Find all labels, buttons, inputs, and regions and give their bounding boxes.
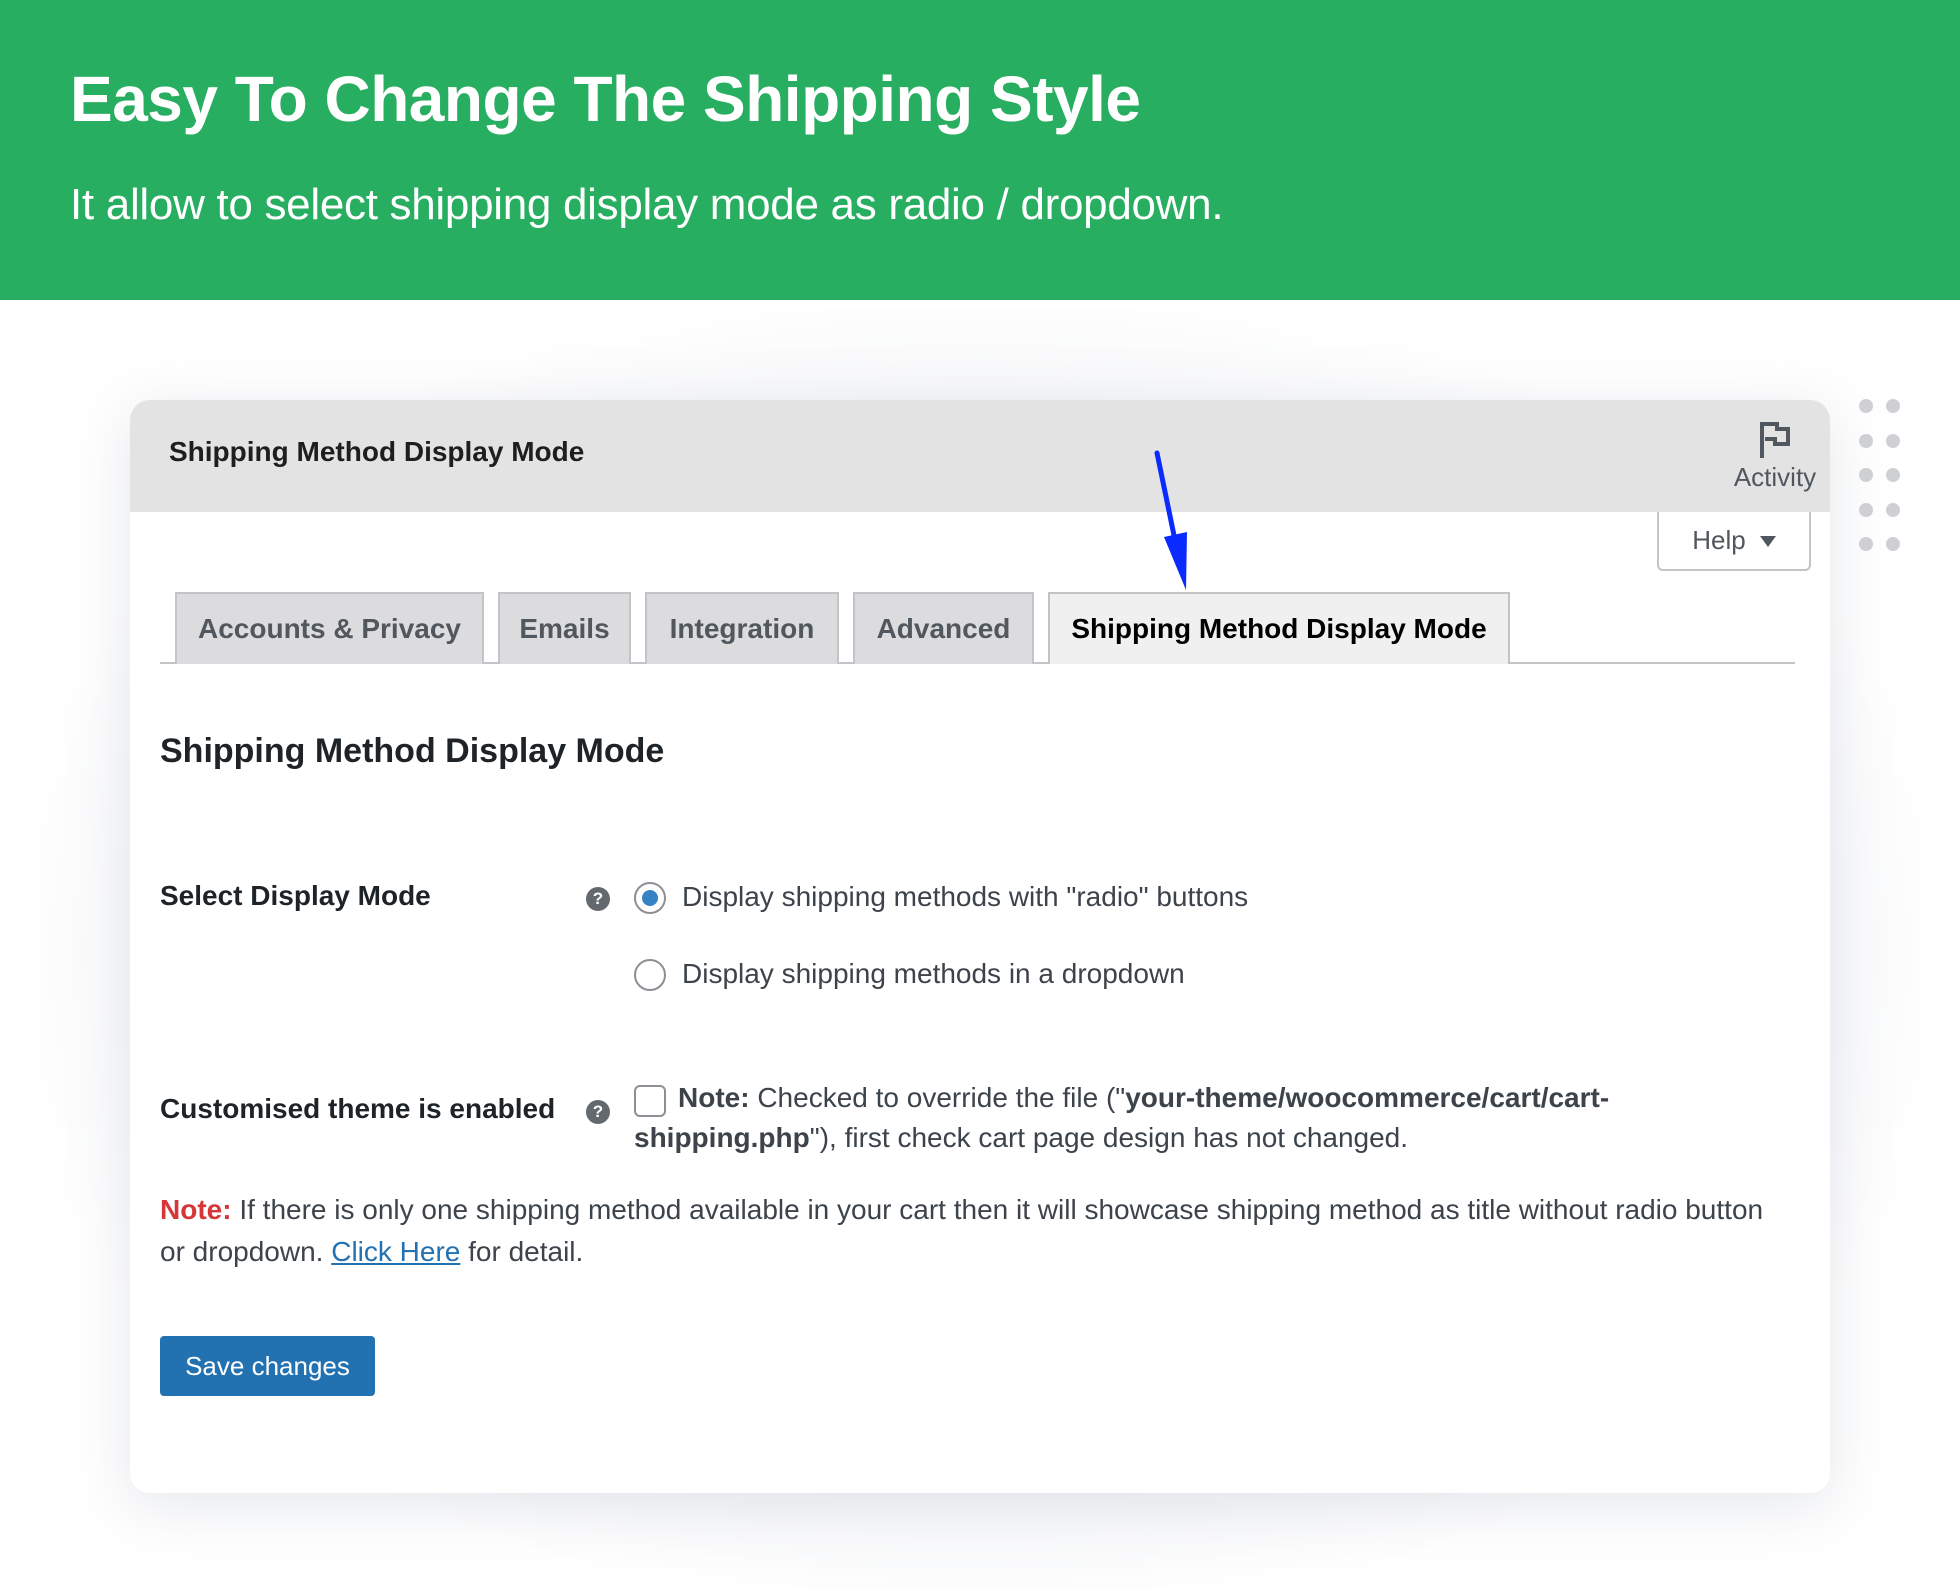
custom-theme-description: Note: Checked to override the file ("you… xyxy=(634,1078,1734,1158)
card-header: Shipping Method Display Mode Activity xyxy=(130,400,1830,512)
tab-advanced[interactable]: Advanced xyxy=(853,592,1034,664)
help-button[interactable]: Help xyxy=(1657,512,1811,571)
custom-theme-text-1: Checked to override the file (" xyxy=(749,1082,1126,1113)
custom-theme-help-icon[interactable]: ? xyxy=(586,1100,610,1124)
decorative-dot xyxy=(1859,399,1873,413)
decorative-dot xyxy=(1886,537,1900,551)
save-changes-button[interactable]: Save changes xyxy=(160,1336,375,1396)
radio-display-radio-buttons[interactable] xyxy=(634,882,666,914)
activity-button[interactable]: Activity xyxy=(1720,418,1830,498)
custom-theme-note-label: Note: xyxy=(678,1082,750,1113)
banner-title: Easy To Change The Shipping Style xyxy=(70,63,1141,135)
settings-tabs: Accounts & Privacy Emails Integration Ad… xyxy=(160,592,1795,664)
display-mode-help-icon[interactable]: ? xyxy=(586,887,610,911)
settings-card: Shipping Method Display Mode Activity He… xyxy=(130,400,1830,1493)
decorative-dot xyxy=(1859,434,1873,448)
note-label: Note: xyxy=(160,1194,232,1225)
decorative-dot xyxy=(1886,468,1900,482)
single-method-note: Note: If there is only one shipping meth… xyxy=(160,1189,1780,1273)
decorative-dot xyxy=(1859,537,1873,551)
promo-banner: Easy To Change The Shipping Style It all… xyxy=(0,0,1960,300)
tab-emails[interactable]: Emails xyxy=(498,592,631,664)
radio-display-dropdown[interactable] xyxy=(634,959,666,991)
activity-label: Activity xyxy=(1733,462,1817,492)
decorative-dot xyxy=(1859,503,1873,517)
decorative-dot xyxy=(1859,468,1873,482)
display-mode-label: Select Display Mode xyxy=(160,880,431,911)
decorative-dot xyxy=(1886,434,1900,448)
tab-integration[interactable]: Integration xyxy=(645,592,839,664)
tab-shipping-method-display-mode[interactable]: Shipping Method Display Mode xyxy=(1048,592,1510,664)
radio-label-dropdown[interactable]: Display shipping methods in a dropdown xyxy=(682,958,1185,990)
note-after-link: for detail. xyxy=(460,1236,584,1267)
radio-label-radio-buttons[interactable]: Display shipping methods with "radio" bu… xyxy=(682,881,1248,913)
click-here-link[interactable]: Click Here xyxy=(331,1236,460,1267)
section-title: Shipping Method Display Mode xyxy=(160,732,665,770)
page-title: Shipping Method Display Mode xyxy=(169,436,585,467)
help-label: Help xyxy=(1692,525,1746,555)
caret-down-icon xyxy=(1759,536,1776,547)
tab-accounts-privacy[interactable]: Accounts & Privacy xyxy=(175,592,484,664)
decorative-dot xyxy=(1886,399,1900,413)
flag-icon xyxy=(1760,422,1790,458)
custom-theme-label: Customised theme is enabled xyxy=(160,1093,556,1124)
decorative-dot xyxy=(1886,503,1900,517)
banner-subtitle: It allow to select shipping display mode… xyxy=(70,180,1224,229)
custom-theme-text-2: "), first check cart page design has not… xyxy=(809,1122,1409,1153)
